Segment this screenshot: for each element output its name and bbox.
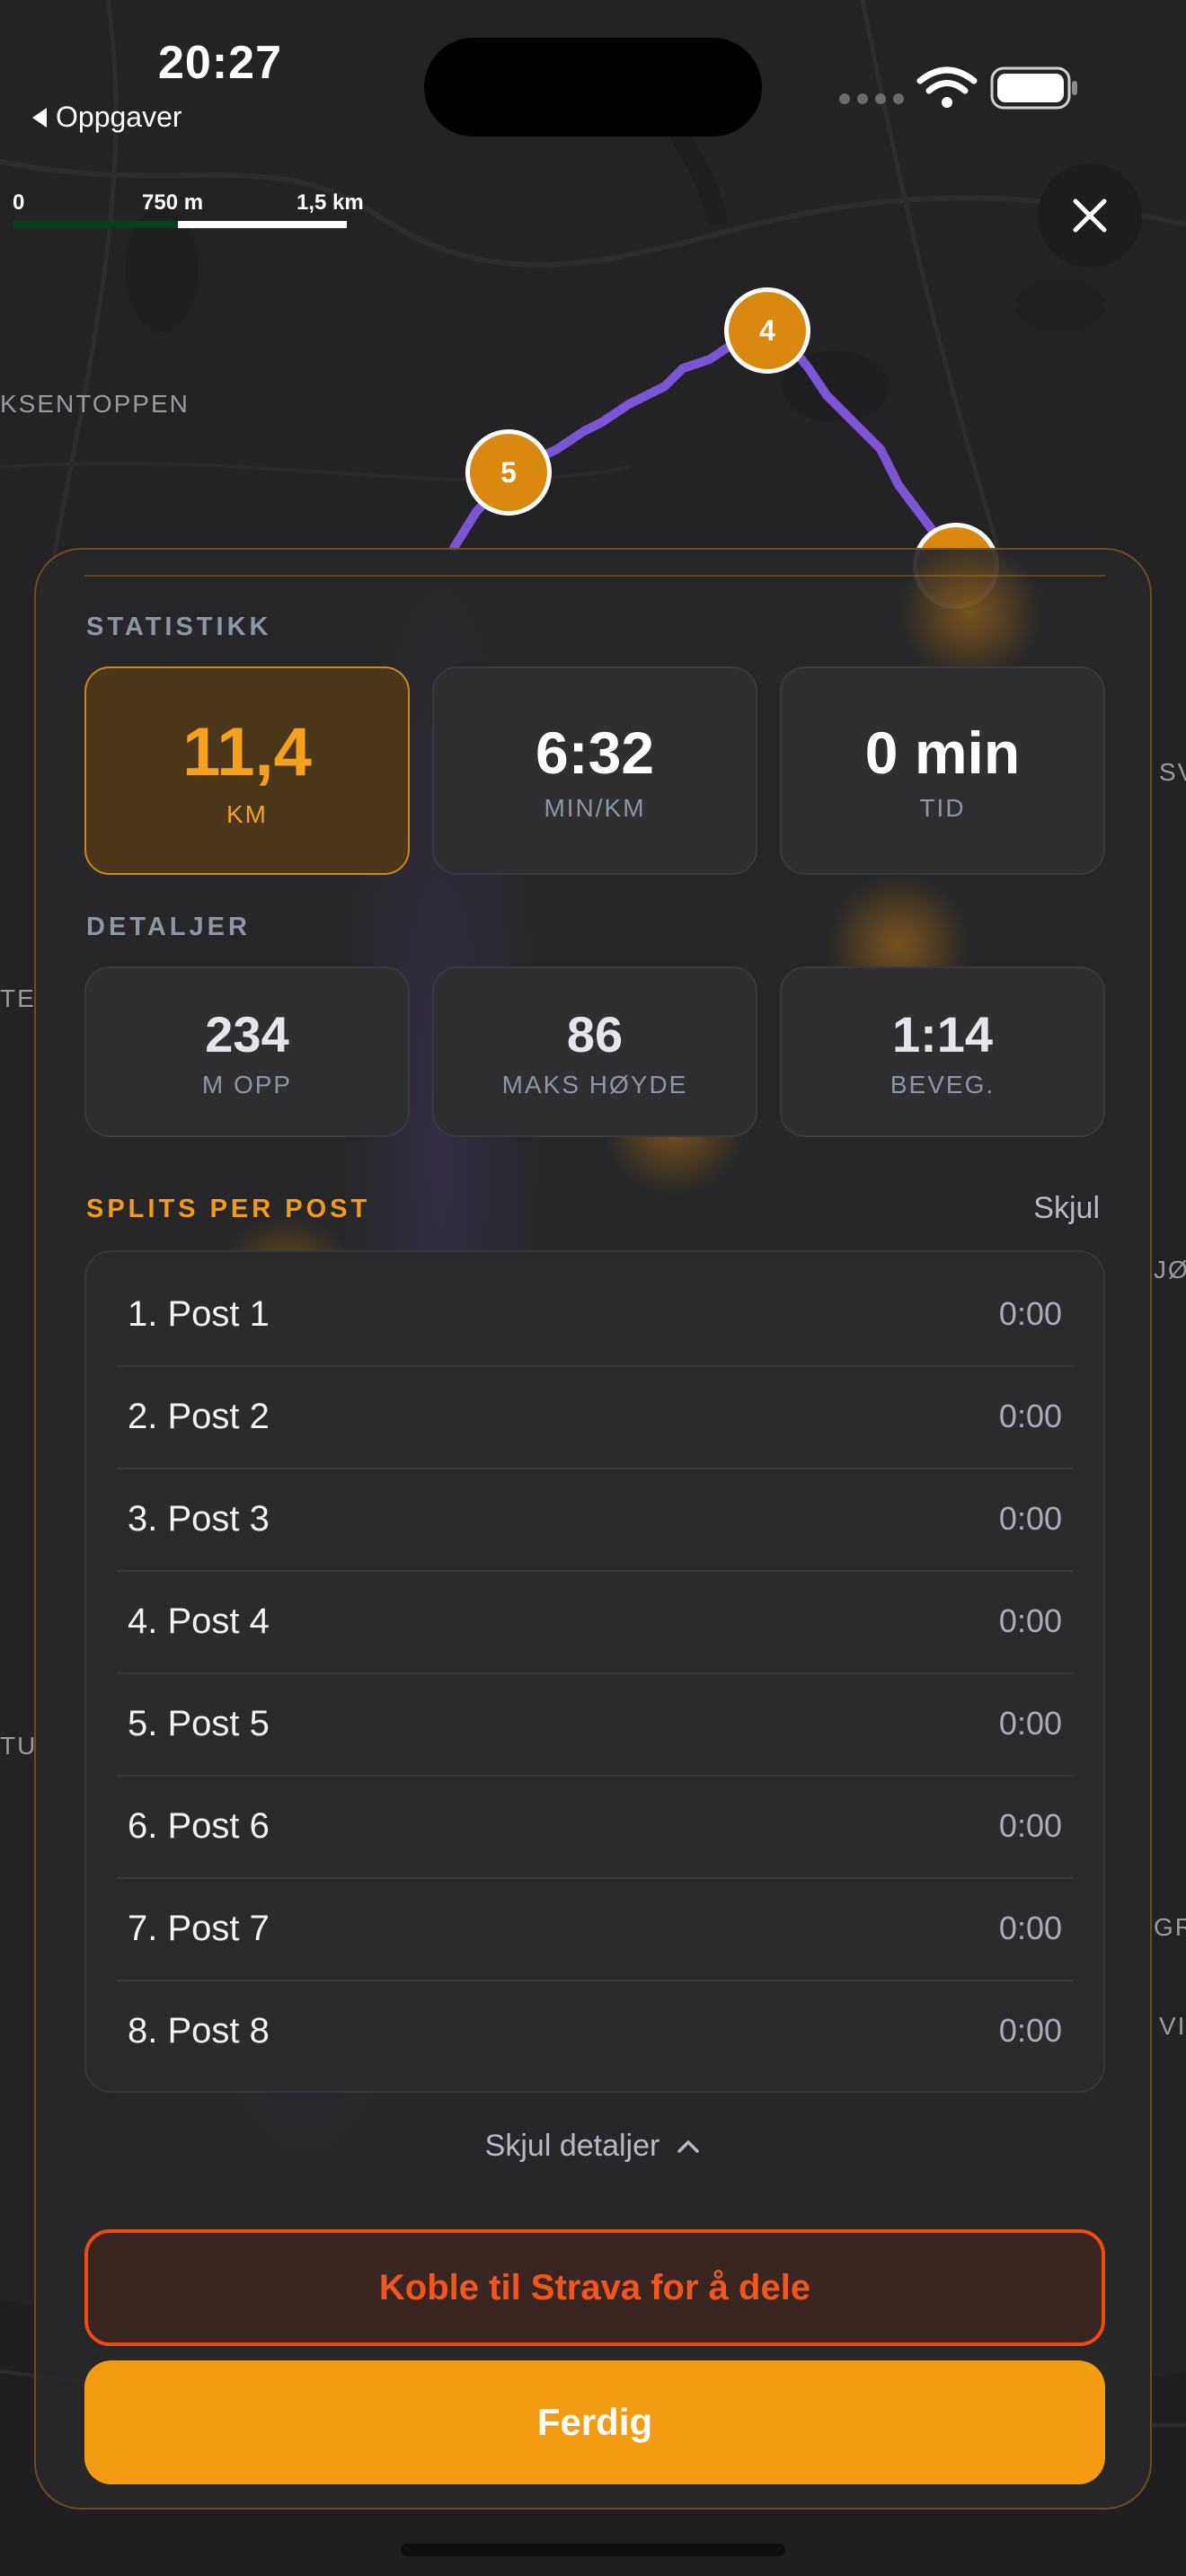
split-name: 2. Post 2 <box>128 1396 270 1436</box>
dynamic-island <box>424 38 762 137</box>
split-name: 1. Post 1 <box>128 1293 270 1334</box>
detail-max-height-unit: MAKS HØYDE <box>501 1070 688 1098</box>
status-time: 20:27 <box>158 37 282 89</box>
done-button[interactable]: Ferdig <box>84 2360 1105 2484</box>
split-row[interactable]: 5. Post 5 0:00 <box>117 1672 1073 1775</box>
split-row[interactable]: 2. Post 2 0:00 <box>117 1365 1073 1468</box>
stat-time-value: 0 min <box>864 719 1021 786</box>
scale-bar-segment <box>13 221 178 228</box>
split-time: 0:00 <box>998 1500 1062 1537</box>
stats-section-title: STATISTIKK <box>86 613 272 641</box>
map-place-label: VI <box>1159 2012 1186 2040</box>
details-section-title: DETALJER <box>86 913 251 941</box>
split-time: 0:00 <box>998 2012 1062 2049</box>
split-row[interactable]: 8. Post 8 0:00 <box>117 1980 1073 2082</box>
connect-strava-button[interactable]: Koble til Strava for å dele <box>84 2229 1105 2346</box>
split-name: 6. Post 6 <box>128 1805 270 1846</box>
sheet-divider <box>84 575 1105 577</box>
split-name: 3. Post 3 <box>128 1498 270 1539</box>
detail-card-max-height: 86 MAKS HØYDE <box>432 966 757 1137</box>
splits-section-title: SPLITS PER POST <box>86 1195 371 1223</box>
detail-moving-time-unit: BEVEG. <box>890 1070 996 1098</box>
map-place-label: JØ <box>1154 1256 1186 1284</box>
split-name: 7. Post 7 <box>128 1908 270 1948</box>
hide-splits-button[interactable]: Skjul <box>1033 1191 1100 1226</box>
detail-card-moving-time: 1:14 BEVEG. <box>780 966 1105 1137</box>
back-arrow-icon <box>32 107 47 128</box>
map-place-label: TU <box>0 1732 38 1760</box>
stat-pace-value: 6:32 <box>535 719 655 786</box>
hide-details-button[interactable]: Skjul detaljer <box>36 2129 1150 2164</box>
stat-distance-value: 11,4 <box>182 713 312 790</box>
split-row[interactable]: 7. Post 7 0:00 <box>117 1877 1073 1980</box>
split-time: 0:00 <box>998 1910 1062 1946</box>
stat-card-distance[interactable]: 11,4 KM <box>84 666 410 875</box>
close-icon <box>1073 198 1107 233</box>
detail-elevation-gain-unit: M OPP <box>201 1070 293 1098</box>
split-row[interactable]: 1. Post 1 0:00 <box>117 1263 1073 1365</box>
split-name: 8. Post 8 <box>128 2010 270 2051</box>
split-time: 0:00 <box>998 1602 1062 1639</box>
detail-moving-time-value: 1:14 <box>891 1005 994 1063</box>
map-marker-post-5[interactable]: 5 <box>465 429 552 516</box>
scale-label-1-5km: 1,5 km <box>296 190 364 215</box>
back-to-app-link[interactable]: Oppgaver <box>32 101 182 134</box>
close-button[interactable] <box>1038 163 1142 268</box>
stat-card-pace[interactable]: 6:32 MIN/KM <box>432 666 757 875</box>
map-place-label: KSENTOPPEN <box>0 390 190 418</box>
stat-card-time[interactable]: 0 min TID <box>780 666 1105 875</box>
battery-icon <box>990 66 1077 110</box>
home-indicator <box>401 2544 785 2556</box>
map-place-label: GR <box>1154 1913 1186 1941</box>
stat-pace-unit: MIN/KM <box>544 794 646 822</box>
scale-bar-segment <box>178 221 347 228</box>
split-time: 0:00 <box>998 1705 1062 1742</box>
status-indicators <box>839 66 1077 110</box>
map-place-label: TE <box>0 984 36 1012</box>
hide-details-label: Skjul detaljer <box>484 2129 660 2163</box>
split-time: 0:00 <box>998 1807 1062 1844</box>
split-time: 0:00 <box>998 1398 1062 1434</box>
map-marker-post-4[interactable]: 4 <box>724 287 810 374</box>
chevron-up-icon <box>677 2139 700 2153</box>
stat-time-unit: TID <box>919 794 966 822</box>
detail-elevation-gain-value: 234 <box>205 1005 289 1063</box>
stat-distance-unit: KM <box>226 799 268 828</box>
back-app-label: Oppgaver <box>56 101 182 133</box>
map-scale-bar: 0 750 m 1,5 km <box>13 190 372 235</box>
split-row[interactable]: 6. Post 6 0:00 <box>117 1775 1073 1877</box>
scale-label-0: 0 <box>13 190 25 215</box>
split-name: 4. Post 4 <box>128 1601 270 1641</box>
splits-list: 1. Post 1 0:00 2. Post 2 0:00 3. Post 3 … <box>84 1250 1105 2093</box>
scale-label-750m: 750 m <box>142 190 204 215</box>
summary-sheet: STATISTIKK 11,4 KM 6:32 MIN/KM 0 min TID… <box>34 548 1152 2510</box>
detail-card-elevation-gain: 234 M OPP <box>84 966 410 1137</box>
split-name: 5. Post 5 <box>128 1703 270 1743</box>
wifi-icon <box>916 66 978 94</box>
signal-icon <box>839 93 904 104</box>
detail-max-height-value: 86 <box>566 1005 624 1063</box>
split-time: 0:00 <box>998 1295 1062 1332</box>
map-place-label: SV <box>1159 758 1186 786</box>
split-row[interactable]: 4. Post 4 0:00 <box>117 1570 1073 1672</box>
split-row[interactable]: 3. Post 3 0:00 <box>117 1468 1073 1570</box>
